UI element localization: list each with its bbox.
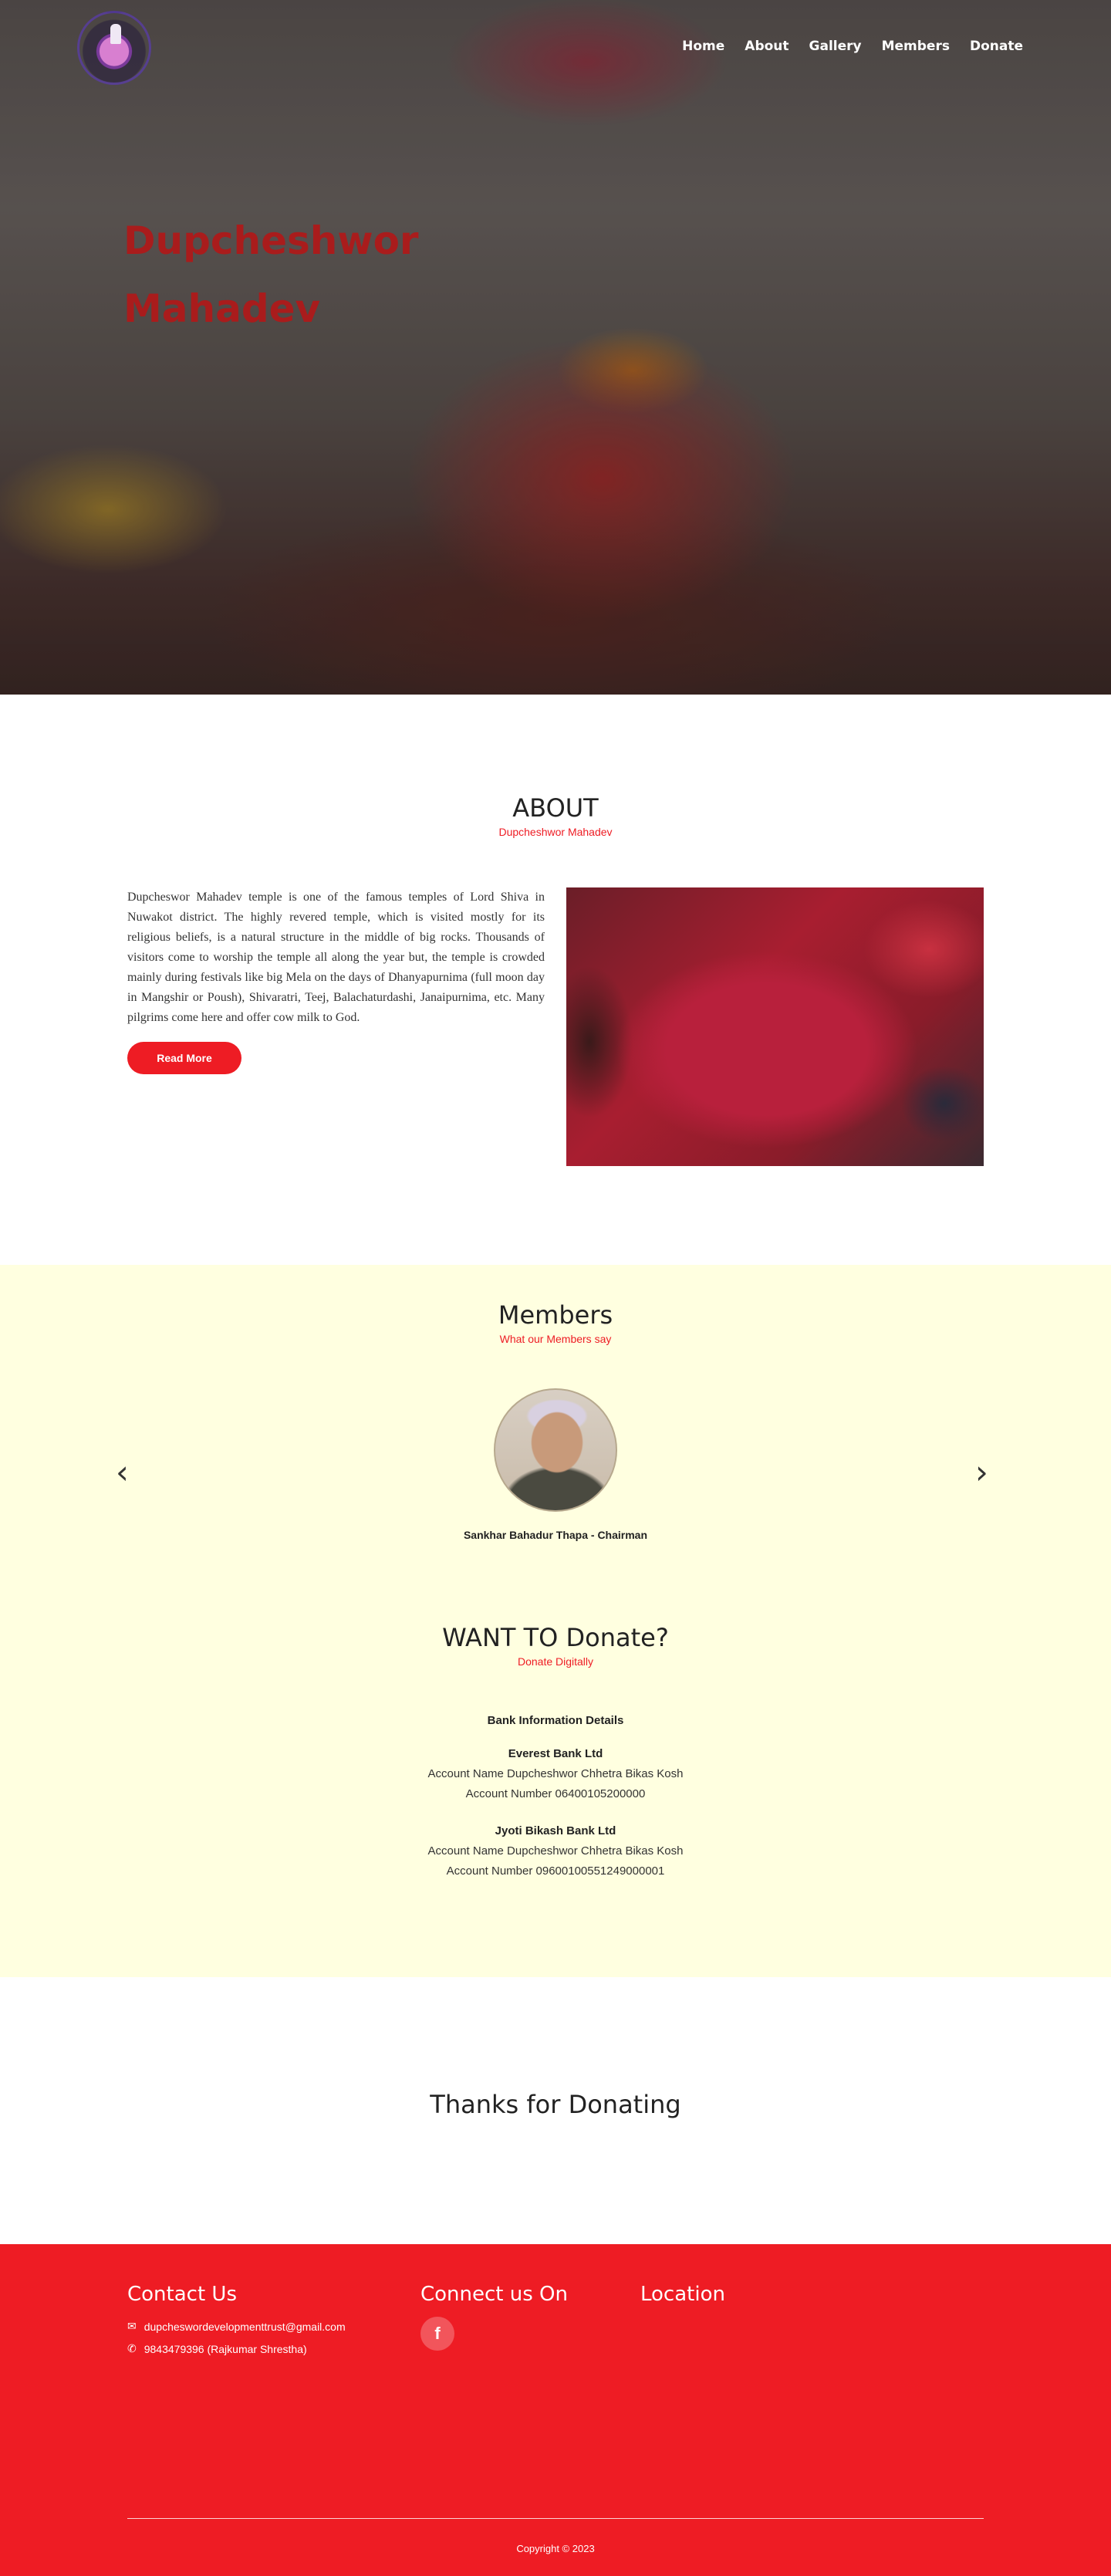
members-subtitle: What our Members say (499, 1333, 612, 1345)
donate-title: WANT TO Donate? (442, 1623, 669, 1652)
footer-contact: Contact Us ✉ dupcheswordevelopmenttrust@… (127, 2283, 346, 2355)
email-text: dupcheswordevelopmenttrust@gmail.com (144, 2320, 346, 2333)
nav-donate[interactable]: Donate (970, 39, 1023, 54)
about-paragraph: Dupcheswor Mahadev temple is one of the … (127, 891, 545, 1024)
hero-title: Dupcheshwor Mahadev (123, 207, 447, 343)
thanks-title: Thanks for Donating (430, 2090, 681, 2119)
phone-text: 9843479396 (Rajkumar Shrestha) (144, 2342, 307, 2355)
nav-gallery[interactable]: Gallery (809, 39, 862, 54)
hero-section: Home About Gallery Members Donate Dupche… (0, 0, 1111, 695)
members-title: Members (498, 1300, 613, 1330)
members-carousel: ‹ › Sankhar Bahadur Thapa - Chairman (0, 1388, 1111, 1620)
phone-icon: ✆ (127, 2342, 137, 2355)
contact-title: Contact Us (127, 2283, 237, 2306)
bank-account-name: Account Name Dupcheshwor Chhetra Bikas K… (427, 1767, 684, 1780)
hero-title-line1: Dupcheshwor (123, 218, 419, 263)
location-title: Location (640, 2283, 725, 2306)
facebook-icon[interactable]: f (420, 2317, 454, 2351)
main-nav: Home About Gallery Members Donate (682, 39, 1023, 54)
footer: Contact Us ✉ dupcheswordevelopmenttrust@… (0, 2244, 1111, 2576)
bank-account-number: Account Number 06400105200000 (465, 1787, 646, 1800)
bank-info: Everest Bank Ltd Account Name Dupcheshwo… (0, 1744, 1111, 1804)
site-logo[interactable] (77, 11, 151, 85)
envelope-icon: ✉ (127, 2320, 137, 2332)
nav-about[interactable]: About (745, 39, 789, 54)
about-subtitle: Dupcheshwor Mahadev (498, 826, 613, 838)
nav-home[interactable]: Home (682, 39, 724, 54)
donate-subtitle: Donate Digitally (517, 1655, 594, 1668)
read-more-button[interactable]: Read More (127, 1042, 241, 1074)
member-avatar (494, 1388, 617, 1512)
carousel-prev-icon[interactable]: ‹ (116, 1456, 129, 1489)
footer-connect: Connect us On f (420, 2283, 568, 2351)
nav-members[interactable]: Members (882, 39, 950, 54)
about-section: ABOUT Dupcheshwor Mahadev Dupcheswor Mah… (0, 695, 1111, 1265)
bank-name: Everest Bank Ltd (508, 1747, 603, 1760)
bank-heading: Bank Information Details (487, 1714, 624, 1727)
bank-name: Jyoti Bikash Bank Ltd (495, 1824, 616, 1837)
bank-account-number: Account Number 09600100551249000001 (446, 1864, 665, 1878)
connect-title: Connect us On (420, 2283, 569, 2306)
bank-info: Jyoti Bikash Bank Ltd Account Name Dupch… (0, 1821, 1111, 1881)
footer-divider (127, 2518, 984, 2519)
footer-location: Location (640, 2283, 725, 2306)
carousel-next-icon[interactable]: › (975, 1456, 988, 1489)
copyright: Copyright © 2023 (516, 2543, 595, 2554)
members-donate-section: Members What our Members say ‹ › Sankhar… (0, 1265, 1111, 1977)
contact-phone[interactable]: ✆ 9843479396 (Rajkumar Shrestha) (127, 2342, 346, 2355)
about-image (566, 887, 984, 1166)
contact-email[interactable]: ✉ dupcheswordevelopmenttrust@gmail.com (127, 2320, 346, 2333)
about-text: Dupcheswor Mahadev temple is one of the … (127, 887, 545, 1166)
bank-account-name: Account Name Dupcheshwor Chhetra Bikas K… (427, 1844, 684, 1858)
member-name: Sankhar Bahadur Thapa - Chairman (463, 1529, 648, 1541)
thanks-section: Thanks for Donating (0, 1977, 1111, 2244)
donate-block: WANT TO Donate? Donate Digitally Bank In… (0, 1623, 1111, 1881)
hero-title-line2: Mahadev (123, 286, 321, 331)
about-title: ABOUT (512, 793, 599, 823)
